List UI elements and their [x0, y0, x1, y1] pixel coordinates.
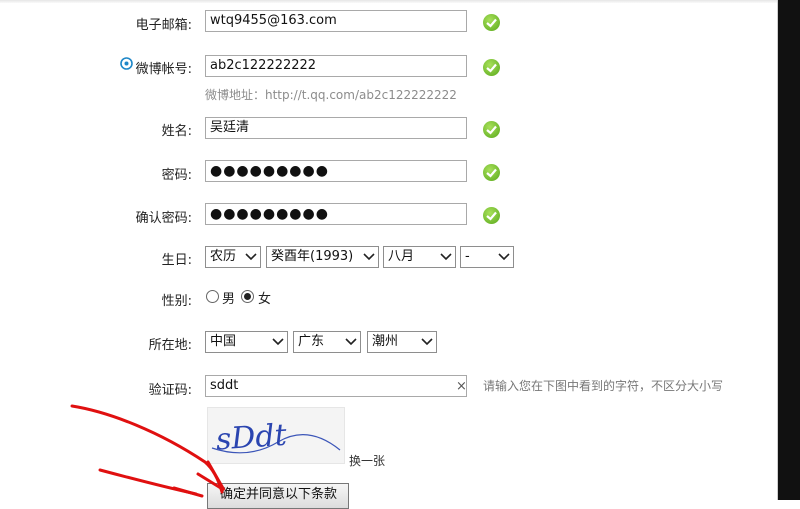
confirm-password-field[interactable]: ●●●●●●●●● [205, 203, 467, 225]
day-select[interactable]: - [460, 246, 514, 268]
captcha-image: sDdt [207, 407, 345, 464]
captcha-hint: 请输入您在下图中看到的字符，不区分大小写 [483, 379, 724, 393]
submit-button[interactable]: 确定并同意以下条款 [207, 483, 349, 509]
name-label: 姓名: [161, 124, 192, 139]
email-label: 电子邮箱: [135, 18, 192, 33]
country-select[interactable]: 中国 [205, 331, 288, 353]
captcha-text: sDdt [215, 418, 289, 458]
refresh-captcha-link[interactable]: 换一张 [349, 452, 385, 469]
country-value: 中国 [210, 334, 237, 349]
year-select[interactable]: 癸酉年(1993) [266, 246, 379, 268]
location-label: 所在地: [148, 338, 192, 353]
chevron-down-icon [245, 253, 257, 261]
password-valid-icon [483, 164, 500, 181]
day-value: - [465, 249, 470, 264]
weibo-field[interactable]: ab2c122222222 [205, 55, 467, 77]
captcha-label: 验证码: [148, 383, 192, 398]
city-value: 潮州 [372, 334, 399, 349]
gender-label: 性别: [161, 294, 192, 309]
province-select[interactable]: 广东 [293, 331, 361, 353]
gender-female-radio[interactable] [241, 290, 254, 303]
province-value: 广东 [298, 334, 325, 349]
chevron-down-icon [272, 338, 284, 346]
calendar-select[interactable]: 农历 [205, 246, 261, 268]
gender-male-radio[interactable] [206, 290, 219, 303]
captcha-field[interactable]: sddt [205, 375, 467, 397]
month-value: 八月 [388, 249, 415, 264]
city-select[interactable]: 潮州 [367, 331, 437, 353]
calendar-value: 农历 [210, 249, 237, 264]
name-field[interactable]: 吴廷清 [205, 117, 467, 139]
weibo-valid-icon [483, 59, 500, 76]
confirm-valid-icon [483, 207, 500, 224]
window-edge [778, 0, 800, 500]
chevron-down-icon [498, 253, 510, 261]
gender-male-label: 男 [222, 292, 236, 307]
birthday-label: 生日: [161, 253, 192, 268]
password-field[interactable]: ●●●●●●●●● [205, 160, 467, 182]
password-label: 密码: [161, 168, 192, 183]
weibo-url-hint: 微博地址：http://t.qq.com/ab2c122222222 [205, 88, 457, 102]
chevron-down-icon [363, 253, 375, 261]
gender-female-label: 女 [258, 292, 272, 307]
month-select[interactable]: 八月 [383, 246, 456, 268]
year-value: 癸酉年(1993) [271, 249, 354, 264]
name-valid-icon [483, 121, 500, 138]
top-divider [0, 0, 778, 3]
email-field[interactable]: wtq9455@163.com [205, 10, 467, 32]
chevron-down-icon [421, 338, 433, 346]
clear-icon[interactable]: × [456, 379, 467, 394]
chevron-down-icon [440, 253, 452, 261]
chevron-down-icon [345, 338, 357, 346]
weibo-label: 微博帐号: [135, 62, 192, 77]
confirm-password-label: 确认密码: [135, 211, 192, 226]
email-valid-icon [483, 14, 500, 31]
